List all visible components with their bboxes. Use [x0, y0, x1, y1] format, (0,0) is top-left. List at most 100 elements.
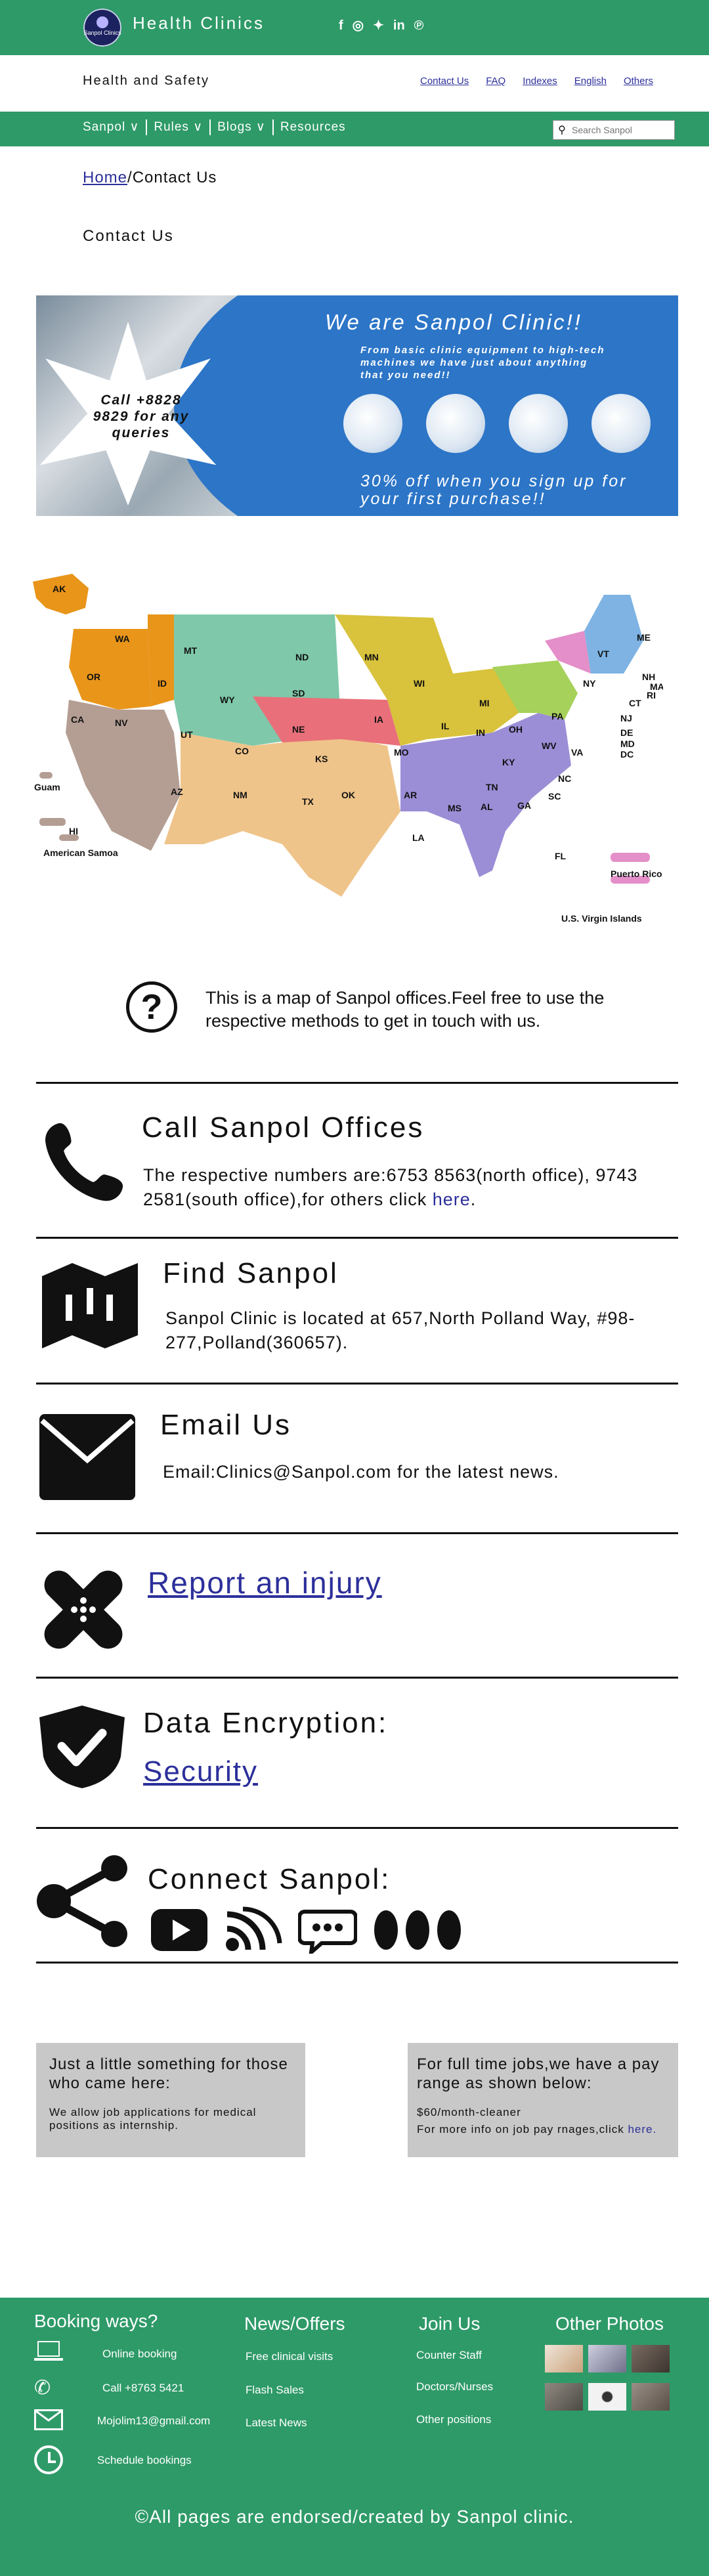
map-label-az: AZ — [171, 786, 183, 797]
search-icon[interactable]: ⚲ — [553, 123, 570, 137]
region-northwest[interactable] — [69, 629, 151, 710]
linkedin-icon[interactable]: in — [393, 18, 405, 33]
footer-photo-4[interactable] — [545, 2383, 583, 2411]
shield-check-icon — [39, 1706, 125, 1788]
map-label-ok: OK — [341, 790, 355, 800]
indexes-link[interactable]: Indexes — [523, 75, 557, 87]
faq-link[interactable]: FAQ — [486, 75, 505, 87]
us-offices-map[interactable]: AK WA OR CA NV ID MT WY UT AZ CO NM ND S… — [33, 569, 664, 930]
nav-item-rules[interactable]: Rules ∨ — [147, 119, 211, 135]
map-label-wa: WA — [115, 633, 130, 644]
map-label-fl: FL — [555, 851, 567, 861]
map-label-la: LA — [412, 832, 425, 843]
map-label-me: ME — [637, 632, 651, 643]
region-new-england[interactable] — [584, 595, 643, 674]
call-text: The respective numbers are:6753 8563(nor… — [143, 1163, 681, 1212]
promo-banner[interactable]: Call +8828 9829 for any queries We are S… — [36, 295, 678, 516]
map-label-virgin-islands: U.S. Virgin Islands — [561, 913, 642, 924]
join-other-positions[interactable]: Other positions — [416, 2413, 491, 2426]
join-title: Join Us — [419, 2313, 481, 2334]
youtube-icon[interactable] — [150, 1908, 209, 1952]
map-label-puerto-rico: Puerto Rico — [611, 869, 662, 879]
footer-photo-6[interactable] — [632, 2383, 670, 2411]
map-label-ca: CA — [71, 714, 84, 725]
region-guam[interactable] — [39, 772, 53, 779]
divider — [36, 1532, 678, 1534]
banner-title: We are Sanpol Clinic!! — [325, 310, 582, 334]
rss-icon[interactable] — [223, 1906, 282, 1954]
photos-title: Other Photos — [555, 2313, 664, 2334]
search-input[interactable] — [570, 124, 672, 136]
logo-flower-icon — [97, 16, 108, 28]
nav-item-resources[interactable]: Resources — [274, 119, 353, 135]
map-label-hi: HI — [69, 826, 78, 836]
divider — [36, 1962, 678, 1964]
question-icon: ? — [126, 981, 177, 1033]
pinterest-icon[interactable]: ℗ — [414, 18, 424, 33]
booking-schedule[interactable]: Schedule bookings — [97, 2454, 192, 2467]
region-puerto-rico[interactable] — [611, 853, 650, 862]
map-caption: This is a map of Sanpol offices.Feel fre… — [205, 988, 605, 1031]
others-link[interactable]: Others — [624, 75, 653, 87]
pay-range-link[interactable]: here. — [628, 2123, 656, 2136]
report-injury-link[interactable]: Report an injury — [148, 1565, 382, 1600]
call-title: Call Sanpol Offices — [142, 1111, 425, 1144]
region-ak[interactable] — [33, 574, 89, 614]
banner-offer: 30% off when you sign up for your first … — [360, 472, 628, 508]
nav-item-sanpol[interactable]: Sanpol ∨ — [83, 119, 148, 135]
facebook-icon[interactable]: f — [339, 18, 343, 33]
footer-photo-3[interactable] — [632, 2345, 670, 2372]
section-subtitle: Health and Safety — [83, 74, 209, 88]
map-label-mt: MT — [184, 645, 198, 656]
map-label-id: ID — [158, 678, 167, 689]
map-label-ks: KS — [315, 754, 328, 764]
map-label-ut: UT — [181, 729, 193, 740]
chat-icon[interactable] — [298, 1906, 357, 1954]
star-badge-text: Call +8828 9829 for any queries — [93, 393, 190, 440]
call-numbers: The respective numbers are:6753 8563(nor… — [143, 1165, 638, 1209]
news-free-visits[interactable]: Free clinical visits — [246, 2350, 333, 2363]
booking-call[interactable]: Call +8763 5421 — [102, 2382, 184, 2395]
news-title: News/Offers — [244, 2313, 345, 2334]
booking-online[interactable]: Online booking — [102, 2348, 177, 2361]
map-label-mo: MO — [394, 747, 409, 758]
map-label-wi: WI — [414, 678, 425, 689]
region-southwest[interactable] — [164, 733, 400, 897]
english-link[interactable]: English — [574, 75, 607, 87]
map-label-va: VA — [571, 747, 583, 758]
instagram-icon[interactable]: ◎ — [353, 18, 364, 33]
booking-email[interactable]: Mojolim13@gmail.com — [97, 2415, 210, 2428]
region-id[interactable] — [148, 614, 174, 706]
pay-range-more-text: For more info on job pay rnages,click — [417, 2123, 628, 2136]
more-icon[interactable] — [373, 1909, 462, 1951]
join-counter-staff[interactable]: Counter Staff — [416, 2349, 482, 2362]
join-doctors-nurses[interactable]: Doctors/Nurses — [416, 2380, 493, 2394]
security-link[interactable]: Security — [143, 1755, 258, 1788]
pay-range-title: For full time jobs,we have a pay range a… — [417, 2055, 660, 2092]
clinic-logo[interactable]: Sanpol Clinics — [81, 7, 123, 49]
divider — [36, 1237, 678, 1239]
footer-photo-2[interactable] — [588, 2345, 626, 2372]
footer-photo-5[interactable] — [588, 2383, 626, 2411]
map-label-wy: WY — [220, 695, 235, 705]
twitter-icon[interactable]: ✦ — [373, 18, 384, 33]
map-label-wv: WV — [542, 741, 557, 751]
map-label-il: IL — [441, 721, 450, 731]
site-title: Health Clinics — [133, 13, 265, 33]
map-label-nm: NM — [233, 790, 247, 800]
booking-title: Booking ways? — [34, 2311, 158, 2331]
call-others-link[interactable]: here — [433, 1190, 471, 1209]
map-label-nd: ND — [295, 652, 309, 662]
breadcrumb-home-link[interactable]: Home — [83, 169, 127, 186]
news-latest[interactable]: Latest News — [246, 2416, 307, 2430]
news-flash-sales[interactable]: Flash Sales — [246, 2384, 304, 2397]
region-hi[interactable] — [39, 818, 66, 826]
divider — [36, 1383, 678, 1385]
nav-item-blogs[interactable]: Blogs ∨ — [211, 119, 274, 135]
footer-photo-1[interactable] — [545, 2345, 583, 2372]
search-box[interactable]: ⚲ — [553, 120, 675, 140]
map-label-american-samoa: American Samoa — [43, 848, 118, 858]
contact-us-link[interactable]: Contact Us — [420, 75, 469, 87]
map-label-oh: OH — [509, 724, 523, 735]
internship-title: Just a little something for those who ca… — [49, 2055, 288, 2092]
